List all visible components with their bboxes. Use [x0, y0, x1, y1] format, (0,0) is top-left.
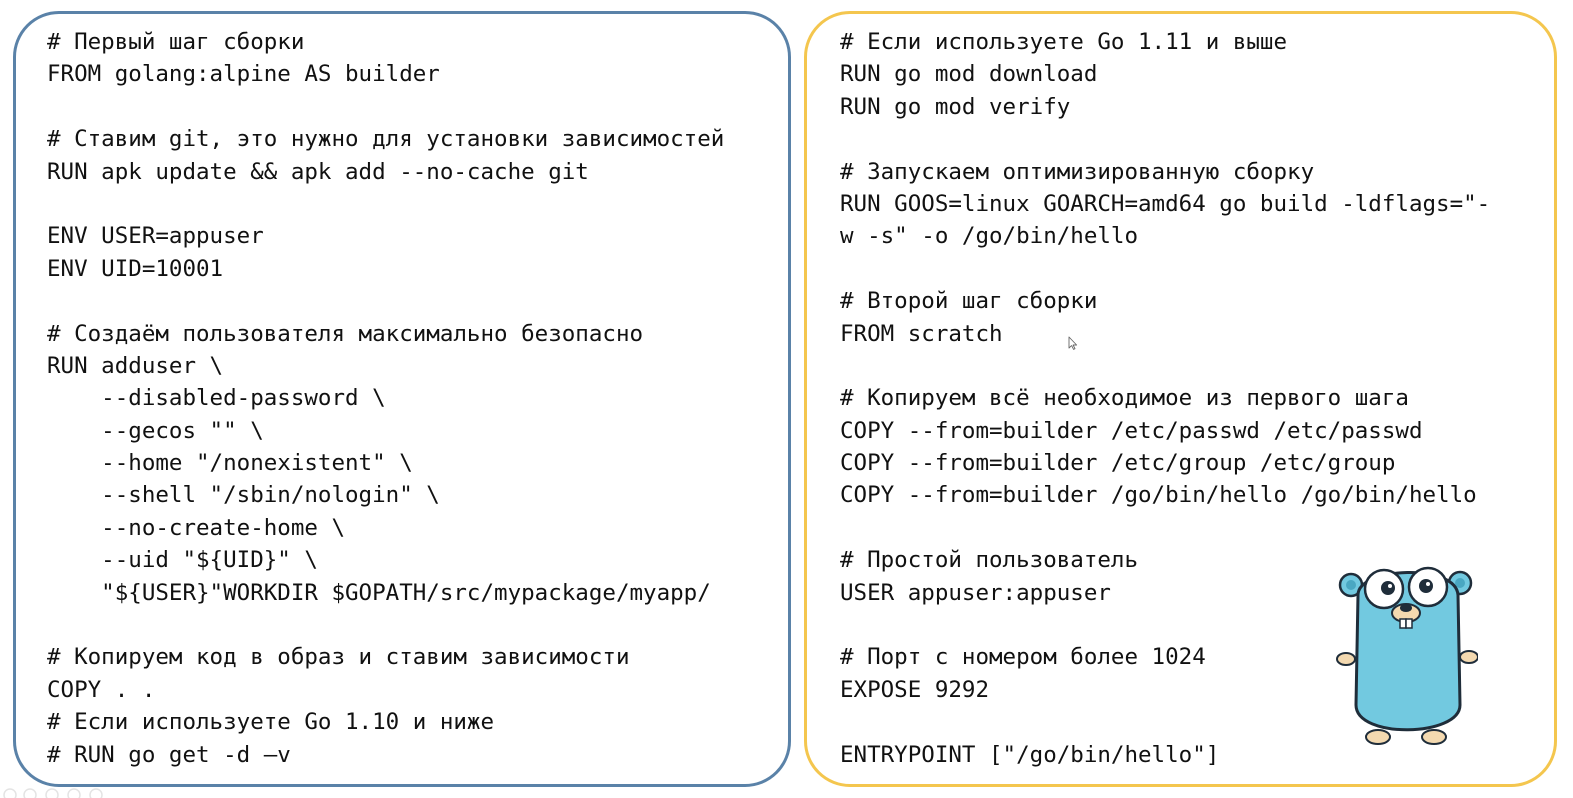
- code-line: --gecos "" \: [47, 417, 264, 444]
- code-line: RUN adduser \: [47, 352, 224, 379]
- code-line: COPY --from=builder /go/bin/hello /go/bi…: [840, 482, 1477, 509]
- code-line: # Если используете Go 1.11 и выше: [840, 29, 1288, 55]
- code-line: FROM golang:alpine AS builder: [47, 61, 440, 88]
- mouse-pointer-icon: [1068, 336, 1078, 350]
- code-line: # RUN go get -d –v: [47, 741, 291, 768]
- code-line: ENV UID=10001: [47, 255, 224, 282]
- code-line: # Копируем всё необходимое из первого ша…: [840, 385, 1409, 412]
- code-line: RUN go mod verify: [840, 93, 1071, 120]
- dockerfile-code-left: # Первый шаг сборки FROM golang:alpine AS…: [47, 26, 724, 771]
- code-line: COPY . .: [47, 676, 156, 703]
- code-line: # Ставим git, это нужно для установки за…: [47, 126, 725, 153]
- code-line: COPY --from=builder /etc/passwd /etc/pas…: [840, 417, 1423, 444]
- code-line: # Копируем код в образ и ставим зависимо…: [47, 644, 630, 671]
- watermark-smudge: [3, 788, 103, 798]
- code-line: --disabled-password \: [47, 385, 386, 412]
- code-line: # Запускаем оптимизированную сборку: [840, 158, 1315, 185]
- code-line: ENV USER=appuser: [47, 223, 264, 250]
- code-line: FROM scratch: [840, 320, 1003, 347]
- go-gopher-mascot-icon: [1336, 566, 1478, 745]
- code-line: --uid "${UID}" \: [47, 547, 318, 574]
- code-line: RUN go mod download: [840, 61, 1098, 88]
- code-line: --no-create-home \: [47, 514, 346, 541]
- code-line: # Создаём пользователя максимально безоп…: [47, 320, 644, 347]
- code-line: "${USER}"WORKDIR $GOPATH/src/mypackage/m…: [47, 579, 711, 606]
- code-line: # Второй шаг сборки: [840, 288, 1098, 315]
- code-line: RUN apk update && apk add --no-cache git: [47, 158, 589, 185]
- code-line: # Первый шаг сборки: [47, 29, 305, 55]
- code-line: --home "/nonexistent" \: [47, 450, 413, 477]
- code-line: w -s" -o /go/bin/hello: [840, 223, 1139, 250]
- code-line: # Если используете Go 1.10 и ниже: [47, 709, 495, 736]
- code-line: RUN GOOS=linux GOARCH=amd64 go build -ld…: [840, 190, 1491, 217]
- code-line: --shell "/sbin/nologin" \: [47, 482, 440, 509]
- code-line: COPY --from=builder /etc/group /etc/grou…: [840, 450, 1396, 477]
